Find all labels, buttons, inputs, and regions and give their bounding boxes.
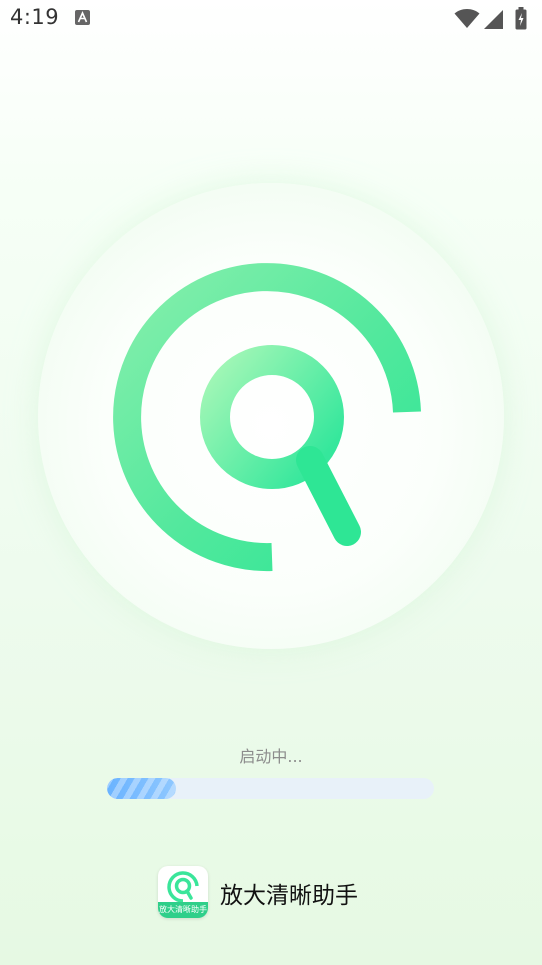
app-name: 放大清晰助手	[220, 883, 358, 909]
loading-progress-bar	[107, 778, 434, 799]
status-bar: 4:19	[0, 0, 542, 36]
wifi-icon	[454, 9, 480, 28]
battery-charging-icon	[515, 7, 527, 30]
app-icon-logo	[167, 871, 199, 903]
a-notification-icon	[75, 10, 90, 25]
loading-progress-fill	[107, 778, 176, 799]
app-icon-caption: 放大清晰助手	[158, 902, 208, 918]
loading-text: 启动中...	[239, 747, 303, 766]
brand-footer: 放大清晰助手 放大清晰助手	[158, 866, 398, 920]
cellular-signal-icon	[484, 10, 503, 29]
status-icons	[454, 7, 534, 31]
status-time: 4:19	[10, 5, 60, 29]
app-icon: 放大清晰助手	[158, 866, 208, 918]
magnifier-logo-icon	[113, 263, 421, 572]
